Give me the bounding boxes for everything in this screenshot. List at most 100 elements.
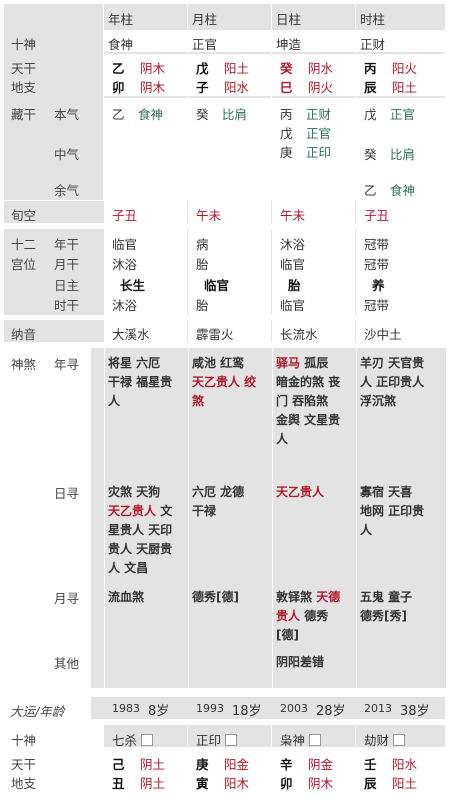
changsheng-value: 胎 bbox=[196, 257, 209, 272]
canggan-shishen: 比肩 bbox=[390, 147, 416, 162]
dayun-checkbox[interactable] bbox=[141, 734, 154, 746]
shishen-hour: 正财 bbox=[360, 37, 386, 52]
shensha-text: 德秀 bbox=[300, 609, 329, 623]
canggan-gan: 乙 bbox=[112, 107, 125, 122]
shensha-line: 人 bbox=[276, 432, 289, 446]
pillars-block: 年柱 月柱 日柱 时柱 十神 食神 正官 坤造 正财 天干 乙阴木戊阳土癸阴水丙… bbox=[4, 4, 445, 200]
canggan-shishen: 正印 bbox=[306, 145, 332, 160]
changsheng-value: 养 bbox=[372, 278, 385, 293]
shensha-line: 干禄 bbox=[192, 504, 217, 518]
shensha-line: 驿马 孤辰 bbox=[276, 354, 328, 371]
dayun-dizhi-char: 丑 bbox=[112, 776, 125, 791]
tiangan-char: 丙 bbox=[364, 61, 377, 76]
dayun-year: 1993 bbox=[196, 702, 224, 715]
canggan-gan: 庚 bbox=[280, 145, 293, 160]
shensha-line: 天乙贵人 绞 bbox=[192, 375, 257, 389]
dayun-shishen-text: 七杀 bbox=[112, 733, 138, 748]
shensha-red-text: 天德 bbox=[316, 590, 341, 604]
shensha-red-text: 天乙贵人 bbox=[108, 504, 157, 518]
shensha-line: 天乙贵人 文 bbox=[108, 502, 172, 519]
changsheng-label-2: 宫位 bbox=[11, 257, 37, 272]
canggan-sub-yuqi: 余气 bbox=[54, 183, 80, 198]
nayin-day: 长流水 bbox=[280, 327, 318, 342]
shensha-line: 羊刃 天官贵 bbox=[360, 356, 425, 370]
shensha-sub-nianxun: 年寻 bbox=[54, 357, 80, 372]
changsheng-sub-yuegan: 月干 bbox=[54, 257, 80, 272]
changsheng-value: 冠带 bbox=[364, 237, 390, 252]
dayun-checkbox[interactable] bbox=[393, 734, 406, 746]
canggan-label: 藏干 bbox=[11, 107, 37, 122]
dizhi-char: 卯 bbox=[112, 80, 125, 95]
shensha-line: 贵人 天厨贵 bbox=[108, 542, 173, 556]
dayun-tiangan-char: 辛 bbox=[280, 757, 293, 772]
shensha-line: 五鬼 童子 bbox=[360, 590, 413, 604]
dayun-checkbox[interactable] bbox=[225, 734, 238, 746]
dayun-tiangan-wuxing: 阳水 bbox=[392, 757, 418, 772]
shensha-block: 神煞 年寻 日寻 月寻 其他 将星 六厄 干禄 福星贵人 咸池 红鸾 天乙贵人 绞煞 驿… bbox=[4, 348, 446, 688]
shensha-line: [德] bbox=[276, 628, 299, 642]
shensha-text: 孤辰 bbox=[300, 356, 329, 370]
shishen-label: 十神 bbox=[11, 37, 37, 52]
dayun-tiangan-wuxing: 阴金 bbox=[308, 757, 334, 772]
dayun-dizhi-wuxing: 阴木 bbox=[308, 776, 334, 791]
changsheng-value: 临官 bbox=[204, 278, 230, 293]
dayun-dizhi-wuxing: 阴土 bbox=[140, 776, 166, 791]
dayun-tiangan-char: 己 bbox=[112, 757, 125, 772]
changsheng-value: 长生 bbox=[120, 278, 146, 293]
nayin-year: 大溪水 bbox=[112, 327, 150, 342]
dayun-block: 大运/年龄 1983 8岁 1993 18岁 2003 28岁 2013 38岁 十神 天干 … bbox=[4, 697, 445, 797]
changsheng-sub-rizhu: 日主 bbox=[54, 278, 80, 293]
nayin-block: 纳音 大溪水 霹雷火 长流水 沙中土 bbox=[4, 320, 445, 342]
tiangan-char: 戊 bbox=[196, 61, 209, 76]
dayun-tiangan-char: 壬 bbox=[364, 757, 377, 772]
shensha-line: 贵人 德秀 bbox=[276, 607, 328, 624]
tiangan-char: 癸 bbox=[280, 61, 293, 76]
dizhi-char: 辰 bbox=[364, 80, 377, 95]
dayun-tiangan-wuxing: 阳金 bbox=[224, 757, 250, 772]
changsheng-value: 胎 bbox=[196, 298, 209, 313]
changsheng-value: 病 bbox=[196, 237, 209, 252]
changsheng-label-1: 十二 bbox=[11, 237, 37, 252]
nayin-hour: 沙中土 bbox=[364, 327, 402, 342]
canggan-shishen: 正财 bbox=[306, 107, 332, 122]
tiangan-wuxing: 阳土 bbox=[224, 61, 250, 76]
shensha-line: 咸池 红鸾 bbox=[192, 356, 245, 370]
canggan-shishen: 正官 bbox=[306, 126, 332, 141]
canggan-gan: 丙 bbox=[280, 107, 293, 122]
shensha-line: 浮沉煞 bbox=[360, 394, 397, 408]
shensha-sub-rixun: 日寻 bbox=[54, 486, 80, 501]
tiangan-wuxing: 阴木 bbox=[140, 61, 166, 76]
dayun-age: 28岁 bbox=[316, 704, 346, 719]
changsheng-value: 临官 bbox=[280, 298, 306, 313]
shensha-red-text: 驿马 bbox=[276, 356, 301, 370]
tiangan-wuxing: 阳火 bbox=[392, 61, 418, 76]
shensha-line: 煞 bbox=[192, 394, 205, 408]
dizhi-label: 地支 bbox=[11, 80, 37, 95]
dayun-dizhi-char: 寅 bbox=[196, 776, 209, 791]
tiangan-label: 天干 bbox=[11, 61, 37, 76]
dayun-checkbox[interactable] bbox=[309, 734, 322, 746]
shensha-line: 灾煞 天狗 bbox=[108, 485, 161, 499]
header-hour: 时柱 bbox=[360, 12, 386, 27]
shishen-day: 坤造 bbox=[276, 37, 302, 52]
canggan-gan: 戊 bbox=[280, 126, 293, 141]
changsheng-value: 胎 bbox=[288, 278, 301, 293]
shensha-line: 金舆 文星贵 bbox=[276, 413, 341, 427]
dayun-age: 18岁 bbox=[232, 704, 262, 719]
changsheng-sub-shigan: 时干 bbox=[54, 298, 80, 313]
changsheng-block: 十二 宫位 年干 月干 日主 时干 临官 沐浴 长生 沐浴病胎临官胎沐浴 临官胎临官 冠带… bbox=[4, 229, 445, 315]
changsheng-value: 临官 bbox=[280, 257, 306, 272]
dayun-tiangan-label: 天干 bbox=[11, 757, 37, 772]
dayun-tiangan-wuxing: 阴土 bbox=[140, 757, 166, 772]
nayin-month: 霹雷火 bbox=[196, 327, 234, 342]
xunkong-day: 午未 bbox=[280, 208, 306, 223]
dayun-dizhi-label: 地支 bbox=[11, 776, 37, 791]
shensha-line: 人 bbox=[360, 523, 373, 537]
canggan-shishen: 比肩 bbox=[222, 107, 248, 122]
dayun-shishen: 正印 bbox=[196, 730, 238, 749]
dayun-shishen-text: 正印 bbox=[196, 733, 222, 748]
dayun-shishen: 劫财 bbox=[364, 730, 406, 749]
canggan-gan: 癸 bbox=[196, 107, 209, 122]
changsheng-value: 冠带 bbox=[364, 298, 390, 313]
dayun-tiangan-char: 庚 bbox=[196, 757, 209, 772]
